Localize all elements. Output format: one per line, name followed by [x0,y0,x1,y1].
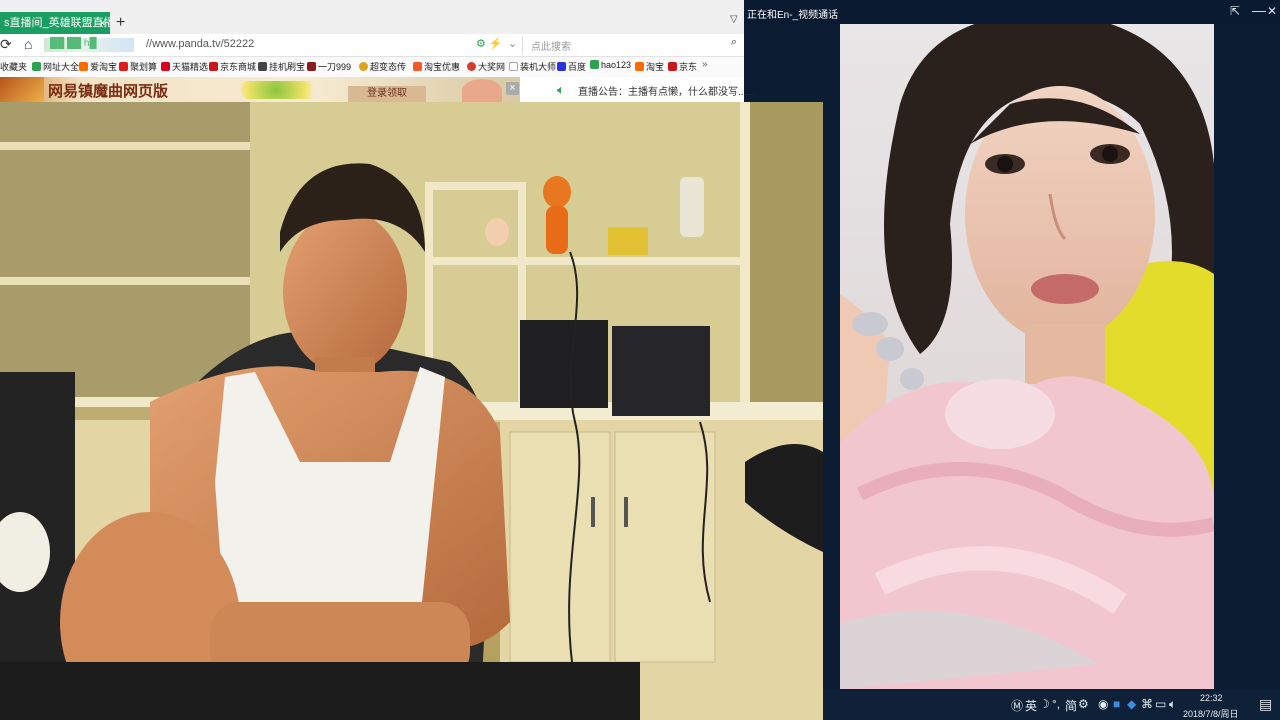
ad-close-icon[interactable]: × [506,82,519,95]
new-tab-button[interactable]: + [116,12,130,34]
bookmark-icon [590,60,599,69]
notification-icon[interactable]: ▤ [1259,696,1272,713]
search-box[interactable]: 点此搜索 ⌕ [522,36,743,54]
bookmark-item[interactable]: 超变态传 [359,60,406,73]
bookmarks-more-icon[interactable]: » [702,59,708,70]
chevron-down-icon[interactable]: ⌄ [508,37,517,50]
bookmark-item[interactable]: 百度 [557,60,586,73]
app-tray-icon[interactable]: ■ [1113,697,1120,711]
ad-banner[interactable]: 网易镇魔曲网页版 登录领取 × [0,77,520,102]
security-icon[interactable]: ◉ [1098,697,1108,711]
announcement-text: 直播公告：主播有点懒，什么都没写...... [578,87,755,98]
pin-icon[interactable]: ⇱ [1230,4,1240,18]
game-logo [0,77,44,102]
home-icon[interactable]: ⌂ [24,36,32,52]
speed-boost-icon[interactable]: ⚙ ⚡ [476,37,503,50]
reload-icon[interactable]: ⟳ [0,36,12,53]
ad-decoration [240,81,330,99]
ad-text: 网易镇魔曲网页版 [48,82,169,100]
bookmark-item[interactable]: 网址大全 [32,60,79,73]
bookmark-item[interactable]: 淘宝优惠 [413,60,460,73]
search-input[interactable]: 点此搜索 [531,38,571,53]
volume-icon[interactable]: 🔈︎ [1169,697,1176,712]
bookmark-item[interactable]: 大奖网 [467,60,505,73]
video-call-titlebar: 正在和En-_视频通话 ⇱ — ✕ [744,0,1280,24]
bookmark-icon [635,62,644,71]
ime-mode[interactable]: 简 [1065,697,1077,714]
bookmark-icon [258,62,267,71]
bookmark-icon [119,62,128,71]
video-call-feed[interactable] [840,24,1214,689]
ad-login-button[interactable]: 登录领取 [348,86,426,102]
bookmark-icon [32,62,41,71]
bookmark-icon [668,62,677,71]
minimize-button[interactable]: — [1252,2,1266,18]
bookmark-icon [467,62,476,71]
network-icon[interactable]: ▭ [1155,697,1166,711]
bookmarks-bar: 收藏夹 网址大全 爱淘宝 聚划算 天猫精选 京东商城 挂机刷宝 一刀999 超变… [0,57,744,78]
url-input[interactable]: //www.panda.tv/52222 [146,38,254,50]
clock-date[interactable]: 2018/7/8/周日 [1183,707,1239,720]
tab-title: s直播间_英雄联盟直播 lo [4,17,110,29]
bookmark-item[interactable]: 收藏夹 [0,60,27,73]
streamer-room-image [0,102,823,720]
caller-video-image [840,24,1214,689]
bookmark-item[interactable]: 一刀999 [307,60,351,73]
bookmark-icon [209,62,218,71]
bookmark-item[interactable]: 装机大师 [509,60,556,73]
tab-menu-icon[interactable]: ▽ [730,14,738,25]
tab-close-icon[interactable]: × [99,12,106,34]
punctuation-icon[interactable]: °, [1052,697,1060,711]
ad-bar: 网易镇魔曲网页版 登录领取 × 🔈︎ 直播公告：主播有点懒，什么都没写.....… [0,77,755,102]
gear-icon[interactable]: ⚙ [1078,697,1089,711]
ad-character-image [462,79,502,102]
bookmark-icon [509,62,518,71]
bookmark-item[interactable]: 挂机刷宝 [258,60,305,73]
input-method-icon[interactable]: Ⓜ [1011,697,1023,714]
bookmark-icon [557,62,566,71]
tab-live-stream[interactable]: s直播间_英雄联盟直播 lo × [0,12,110,34]
close-button[interactable]: ✕ [1267,4,1277,18]
bookmark-item[interactable]: hao123 [590,60,631,70]
address-bar: ⟳ ⌂ ██ ██ h█ //www.panda.tv/52222 ⚙ ⚡ ⌄ … [0,34,744,57]
moon-icon[interactable]: ☽ [1039,697,1050,711]
bookmark-item[interactable]: 京东 [668,60,697,73]
search-icon[interactable]: ⌕ [731,36,737,49]
bookmark-icon [413,62,422,71]
tray-icon[interactable]: ⌘ [1141,697,1153,711]
bookmark-item[interactable]: 聚划算 [119,60,157,73]
bookmark-icon [161,62,170,71]
bookmark-item[interactable]: 京东商城 [209,60,256,73]
ime-language[interactable]: 英 [1025,697,1037,714]
clock-time[interactable]: 22:32 [1200,693,1223,703]
bookmark-icon [79,62,88,71]
bookmark-item[interactable]: 爱淘宝 [79,60,117,73]
speaker-icon: 🔈︎ [557,82,565,97]
app-tray-icon[interactable]: ◆ [1127,697,1136,711]
bookmark-item[interactable]: 天猫精选 [161,60,208,73]
url-prefix-blurred: ██ ██ h█ [44,38,134,52]
bookmark-icon [359,62,368,71]
bookmark-item[interactable]: 淘宝 [635,60,664,73]
browser-window: s直播间_英雄联盟直播 lo × + ▽ ⟳ ⌂ ██ ██ h█ //www.… [0,0,755,102]
tab-bar: s直播间_英雄联盟直播 lo × + ▽ [0,0,744,35]
video-call-title: 正在和En-_视频通话 [747,10,839,21]
taskbar: Ⓜ 英 ☽ °, 简 ⚙ ◉ ■ ◆ ⌘ ▭ 🔈︎ 22:32 2018/7/8… [823,690,1280,720]
stream-video[interactable] [0,102,823,720]
bookmark-icon [307,62,316,71]
